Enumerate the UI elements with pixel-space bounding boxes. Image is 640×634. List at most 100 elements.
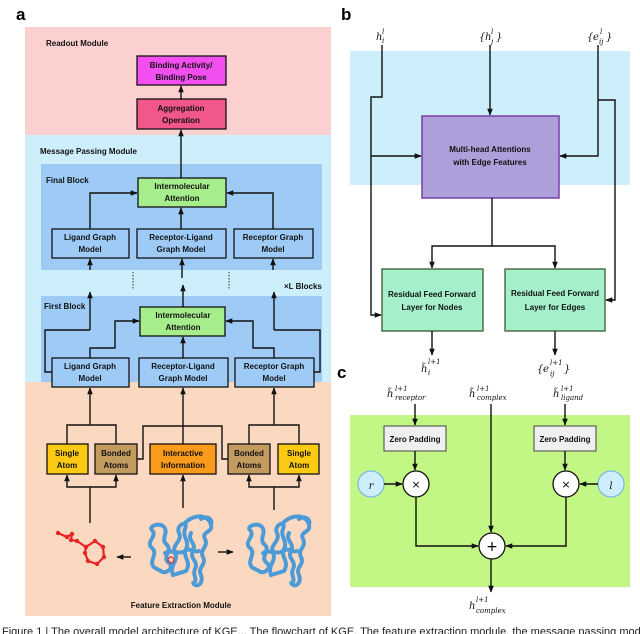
- multiply-ligand-node: ×: [552, 470, 580, 498]
- ligand-atom: [69, 531, 75, 537]
- svg-text:Layer for Edges: Layer for Edges: [525, 303, 586, 312]
- svg-text:h̃: h̃: [553, 388, 559, 400]
- input-h-i: h l i: [376, 28, 384, 45]
- zero-padding-receptor-box: Zero Padding: [383, 425, 447, 452]
- svg-text:i: i: [428, 369, 430, 377]
- svg-text:}: }: [496, 32, 502, 43]
- repeat-blocks-label: ×L Blocks: [284, 282, 322, 291]
- interactive-information-box: Interactive Information: [149, 443, 217, 475]
- svg-text:Attention: Attention: [164, 194, 199, 203]
- ligand-atom: [55, 530, 61, 536]
- ligand-atom: [94, 561, 100, 567]
- svg-text:complex: complex: [476, 607, 506, 615]
- zero-padding-ligand-box: Zero Padding: [533, 425, 597, 452]
- multiply-receptor-node: ×: [402, 470, 430, 498]
- svg-text:l+1: l+1: [395, 385, 408, 393]
- svg-text:Receptor-Ligand: Receptor-Ligand: [151, 362, 215, 371]
- output-h-complex: h l+1 complex: [469, 596, 506, 615]
- svg-text:i: i: [382, 37, 384, 45]
- svg-text:Model: Model: [78, 245, 101, 254]
- svg-text:Single: Single: [55, 449, 80, 458]
- figure-canvas: a Readout Module Message Passing Module …: [16, 5, 630, 616]
- svg-text:Atoms: Atoms: [237, 461, 262, 470]
- input-h-complex: h̃ l+1 complex: [469, 385, 507, 402]
- ligand-atom: [83, 544, 89, 550]
- svg-text:+: +: [486, 539, 498, 555]
- svg-text:complex: complex: [477, 394, 507, 402]
- svg-text:h: h: [469, 601, 475, 612]
- input-e-ij: { e l ij }: [587, 28, 612, 46]
- svg-text:l+1: l+1: [476, 596, 489, 604]
- svg-text:ij: ij: [599, 38, 604, 46]
- input-h-receptor: h̃ l+1 receptor: [387, 385, 426, 402]
- svg-text:Bonded: Bonded: [234, 449, 264, 458]
- l-scalar-node: l: [597, 470, 625, 498]
- svg-text:Graph Model: Graph Model: [157, 245, 206, 254]
- first-ligand-graph-box: Ligand Graph Model: [51, 357, 130, 388]
- svg-text:Aggregation: Aggregation: [157, 104, 204, 113]
- output-e-ij: { e l+1 ij }: [537, 359, 570, 378]
- feature-extraction-title: Feature Extraction Module: [131, 601, 232, 610]
- svg-text:l+1: l+1: [550, 359, 563, 367]
- svg-text:l+1: l+1: [477, 385, 490, 393]
- svg-text:l: l: [491, 28, 493, 36]
- svg-text:Binding Pose: Binding Pose: [155, 73, 207, 82]
- svg-text:Attention: Attention: [165, 323, 200, 332]
- svg-text:Receptor Graph: Receptor Graph: [243, 233, 304, 242]
- svg-text:Intermolecular: Intermolecular: [155, 311, 210, 320]
- ligand-atom: [101, 554, 107, 560]
- svg-text:Layer for Nodes: Layer for Nodes: [402, 303, 463, 312]
- single-atom-right-box: Single Atom: [277, 443, 320, 475]
- final-attention-box: Intermolecular Attention: [137, 177, 227, 208]
- svg-text:receptor: receptor: [395, 394, 426, 402]
- ligand-atom: [64, 534, 70, 540]
- svg-text:Model: Model: [262, 374, 285, 383]
- final-receptor-ligand-graph-box: Receptor-Ligand Graph Model: [136, 228, 227, 259]
- svg-text:Atom: Atom: [57, 461, 77, 470]
- sum-node: +: [478, 532, 506, 560]
- ligand-atom: [82, 550, 88, 556]
- svg-text:Ligand Graph: Ligand Graph: [64, 362, 116, 371]
- residual-ffn-nodes-box: Residual Feed Forward Layer for Nodes: [381, 268, 484, 332]
- svg-text:with Edge Features: with Edge Features: [452, 158, 527, 167]
- svg-text:ligand: ligand: [561, 394, 584, 402]
- svg-text:l: l: [609, 481, 612, 492]
- svg-text:×: ×: [561, 478, 570, 491]
- svg-text:Receptor Graph: Receptor Graph: [244, 362, 305, 371]
- first-attention-box: Intermolecular Attention: [139, 306, 226, 337]
- svg-text:Binding Activity/: Binding Activity/: [150, 61, 214, 70]
- first-receptor-graph-box: Receptor Graph Model: [234, 357, 315, 388]
- svg-text:h̃: h̃: [387, 388, 393, 400]
- final-ligand-graph-box: Ligand Graph Model: [51, 228, 130, 259]
- svg-text:Atoms: Atoms: [104, 461, 129, 470]
- ligand-atom: [85, 558, 91, 564]
- svg-text:l+1: l+1: [561, 385, 574, 393]
- svg-text:e: e: [543, 364, 549, 375]
- aggregation-operation-box: Aggregation Operation: [136, 98, 227, 130]
- svg-text:Ligand Graph: Ligand Graph: [64, 233, 116, 242]
- svg-text:Zero Padding: Zero Padding: [539, 435, 590, 444]
- bonded-atoms-left-box: Bonded Atoms: [94, 443, 138, 475]
- ligand-atom: [100, 544, 106, 550]
- svg-text:Model: Model: [78, 374, 101, 383]
- final-receptor-graph-box: Receptor Graph Model: [233, 228, 314, 259]
- svg-text:Graph Model: Graph Model: [159, 374, 208, 383]
- svg-text:ij: ij: [550, 370, 555, 378]
- residual-ffn-edges-box: Residual Feed Forward Layer for Edges: [504, 268, 606, 332]
- ligand-atom: [92, 538, 98, 544]
- svg-text:Bonded: Bonded: [101, 449, 131, 458]
- multi-head-attention-box: Multi-head Attentions with Edge Features: [421, 115, 560, 199]
- svg-text:l: l: [600, 28, 602, 36]
- svg-text:Intermolecular: Intermolecular: [154, 182, 209, 191]
- single-atom-left-box: Single Atom: [46, 443, 89, 475]
- binding-output-box: Binding Activity/ Binding Pose: [136, 55, 227, 86]
- svg-text:Atom: Atom: [289, 461, 309, 470]
- svg-text:Residual Feed Forward: Residual Feed Forward: [511, 289, 599, 298]
- svg-text:Receptor-Ligand: Receptor-Ligand: [149, 233, 213, 242]
- panel-label-b: b: [341, 5, 351, 24]
- svg-text:l+1: l+1: [428, 358, 441, 366]
- svg-text:}: }: [564, 364, 570, 375]
- final-block-title: Final Block: [46, 176, 89, 185]
- r-scalar-node: r: [357, 470, 385, 498]
- svg-text:Residual Feed Forward: Residual Feed Forward: [388, 290, 476, 299]
